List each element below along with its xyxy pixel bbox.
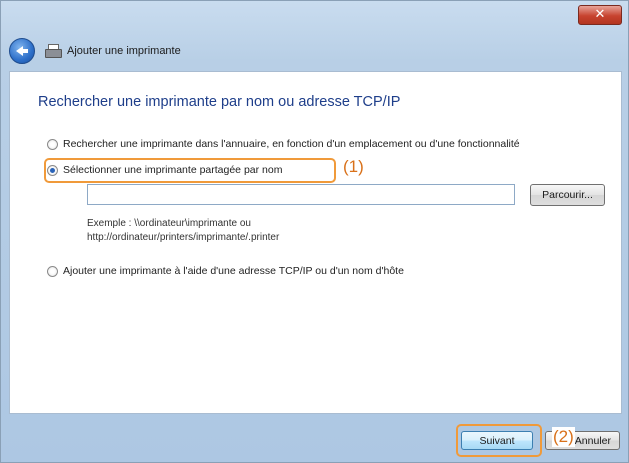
browse-button[interactable]: Parcourir... bbox=[530, 184, 605, 206]
option-label: Ajouter une imprimante à l'aide d'une ad… bbox=[63, 265, 404, 277]
radio-shared-by-name[interactable] bbox=[47, 164, 58, 176]
option-tcpip-hostname[interactable]: Ajouter une imprimante à l'aide d'une ad… bbox=[47, 265, 404, 277]
radio-tcpip-hostname[interactable] bbox=[47, 265, 58, 277]
option-shared-by-name[interactable]: Sélectionner une imprimante partagée par… bbox=[47, 164, 282, 176]
printer-icon bbox=[45, 44, 62, 58]
shared-printer-name-input[interactable] bbox=[87, 184, 515, 205]
example-text-line2: http://ordinateur/printers/imprimante/.p… bbox=[87, 232, 280, 243]
option-label: Rechercher une imprimante dans l'annuair… bbox=[63, 138, 520, 150]
wizard-content: Rechercher une imprimante par nom ou adr… bbox=[9, 71, 622, 414]
option-label: Sélectionner une imprimante partagée par… bbox=[63, 164, 283, 176]
close-icon: ✕ bbox=[594, 7, 606, 22]
callout-marker-1: (1) bbox=[343, 157, 364, 176]
back-button[interactable] bbox=[9, 38, 35, 64]
example-text-line1: Exemple : \\ordinateur\imprimante ou bbox=[87, 218, 251, 229]
page-title: Rechercher une imprimante par nom ou adr… bbox=[38, 94, 401, 110]
option-directory-search[interactable]: Rechercher une imprimante dans l'annuair… bbox=[47, 138, 520, 150]
title-row: Ajouter une imprimante bbox=[9, 38, 181, 64]
close-button[interactable]: ✕ bbox=[578, 5, 622, 25]
window-title: Ajouter une imprimante bbox=[67, 45, 181, 57]
radio-directory-search[interactable] bbox=[47, 138, 58, 150]
callout-marker-2: (2) bbox=[552, 427, 575, 447]
next-button[interactable]: Suivant bbox=[461, 431, 533, 450]
wizard-window: ✕ Ajouter une imprimante Rechercher une … bbox=[0, 0, 629, 463]
